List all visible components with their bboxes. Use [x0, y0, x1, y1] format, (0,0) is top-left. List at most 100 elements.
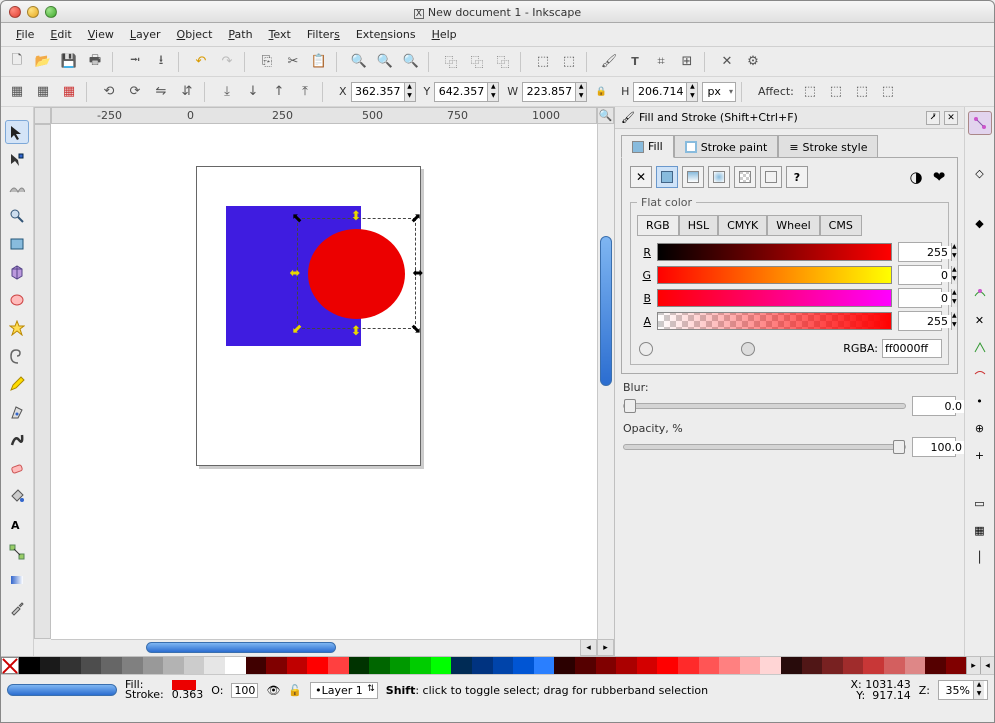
eraser-tool-icon[interactable] — [5, 456, 29, 480]
palette-swatch[interactable] — [328, 657, 349, 674]
dropper-tool-icon[interactable] — [5, 596, 29, 620]
unlink-clone-icon[interactable]: ⿻ — [491, 50, 515, 74]
menu-help[interactable]: Help — [425, 25, 464, 44]
calligraphy-tool-icon[interactable] — [5, 428, 29, 452]
palette-swatch[interactable] — [637, 657, 658, 674]
palette-swatch[interactable] — [596, 657, 617, 674]
g-slider[interactable] — [657, 266, 892, 284]
palette-swatch[interactable] — [451, 657, 472, 674]
zoom-tool-icon[interactable] — [5, 204, 29, 228]
menu-file[interactable]: File — [9, 25, 41, 44]
tab-stroke-paint[interactable]: Stroke paint — [674, 135, 779, 158]
layer-lock-icon[interactable]: 🔓 — [288, 684, 302, 697]
group-icon[interactable]: ⬚ — [531, 50, 555, 74]
raise-top-icon[interactable]: ⤒ — [293, 80, 317, 104]
raise-icon[interactable]: ↑ — [267, 80, 291, 104]
export-icon[interactable]: ⭳ — [149, 50, 173, 74]
r-input[interactable]: ▲▼ — [898, 242, 942, 262]
vertical-scrollbar[interactable] — [597, 124, 614, 639]
snap-guide-icon[interactable]: │ — [968, 545, 992, 569]
palette-none[interactable] — [1, 657, 19, 674]
cut-icon[interactable]: ✂ — [281, 50, 305, 74]
palette-swatch[interactable] — [143, 657, 164, 674]
star-tool-icon[interactable] — [5, 316, 29, 340]
menu-text[interactable]: Text — [262, 25, 298, 44]
mode-cms[interactable]: CMS — [820, 215, 862, 236]
snap-smooth-icon[interactable] — [968, 362, 992, 386]
fill-stroke-icon[interactable]: 🖌 — [597, 50, 621, 74]
color-managed-icon[interactable] — [741, 342, 755, 356]
text-dialog-icon[interactable]: T — [623, 50, 647, 74]
palette-swatch[interactable] — [740, 657, 761, 674]
ruler-horizontal[interactable]: -250 0 250 500 750 1000 — [51, 107, 597, 124]
snap-bbox-icon[interactable]: ◇ — [968, 161, 992, 185]
r-slider[interactable] — [657, 243, 892, 261]
paint-unknown-button[interactable]: ? — [786, 166, 808, 188]
snap-midpoint-icon[interactable]: • — [968, 389, 992, 413]
bucket-tool-icon[interactable] — [5, 484, 29, 508]
palette-swatch[interactable] — [390, 657, 411, 674]
ruler-vertical[interactable] — [34, 124, 51, 639]
paint-swatch-button[interactable] — [760, 166, 782, 188]
snap-cusp-icon[interactable] — [968, 335, 992, 359]
menu-edit[interactable]: Edit — [43, 25, 78, 44]
clone-icon[interactable]: ⿻ — [465, 50, 489, 74]
lock-aspect-icon[interactable]: 🔒 — [589, 80, 613, 104]
zoom-page-icon[interactable]: 🔍 — [399, 50, 423, 74]
b-slider[interactable] — [657, 289, 892, 307]
snap-rotation-icon[interactable]: + — [968, 443, 992, 467]
palette-swatch[interactable] — [493, 657, 514, 674]
scroll-right-icon[interactable]: ▸ — [597, 639, 614, 656]
menu-filters[interactable]: Filters — [300, 25, 347, 44]
palette-swatch[interactable] — [163, 657, 184, 674]
palette-swatch[interactable] — [884, 657, 905, 674]
tweak-tool-icon[interactable] — [5, 176, 29, 200]
lower-bottom-icon[interactable]: ⤓ — [215, 80, 239, 104]
affect-stroke-icon[interactable]: ⬚ — [798, 80, 822, 104]
ellipse-tool-icon[interactable] — [5, 288, 29, 312]
palette-swatch[interactable] — [369, 657, 390, 674]
rectangle-tool-icon[interactable] — [5, 232, 29, 256]
palette-swatch[interactable] — [410, 657, 431, 674]
preferences-icon[interactable]: ✕ — [715, 50, 739, 74]
redo-icon[interactable]: ↷ — [215, 50, 239, 74]
palette-swatch[interactable] — [822, 657, 843, 674]
mode-rgb[interactable]: RGB — [637, 215, 679, 236]
g-input[interactable]: ▲▼ — [898, 265, 942, 285]
flip-h-icon[interactable]: ⇋ — [149, 80, 173, 104]
a-input[interactable]: ▲▼ — [898, 311, 942, 331]
h-input[interactable]: ▲▼ — [633, 82, 698, 102]
lower-icon[interactable]: ↓ — [241, 80, 265, 104]
menu-view[interactable]: View — [81, 25, 121, 44]
xml-editor-icon[interactable]: ⌗ — [649, 50, 673, 74]
scroll-left-icon[interactable]: ◂ — [580, 639, 597, 656]
selector-tool-icon[interactable] — [5, 120, 29, 144]
palette-swatch[interactable] — [575, 657, 596, 674]
snap-grid-icon[interactable]: ▦ — [968, 518, 992, 542]
palette-swatch[interactable] — [760, 657, 781, 674]
box3d-tool-icon[interactable] — [5, 260, 29, 284]
palette-swatch[interactable] — [946, 657, 967, 674]
paint-radial-button[interactable] — [708, 166, 730, 188]
tab-fill[interactable]: Fill — [621, 135, 674, 158]
palette-swatch[interactable] — [60, 657, 81, 674]
palette-swatch[interactable] — [307, 657, 328, 674]
affect-pattern-icon[interactable]: ⬚ — [876, 80, 900, 104]
gradient-tool-icon[interactable] — [5, 568, 29, 592]
palette-swatch[interactable] — [719, 657, 740, 674]
snap-page-icon[interactable]: ▭ — [968, 491, 992, 515]
y-input[interactable]: ▲▼ — [434, 82, 499, 102]
select-all-layers-icon[interactable]: ▦ — [31, 80, 55, 104]
palette-swatch[interactable] — [40, 657, 61, 674]
pencil-tool-icon[interactable] — [5, 372, 29, 396]
zoom-drawing-icon[interactable]: 🔍 — [373, 50, 397, 74]
pen-tool-icon[interactable] — [5, 400, 29, 424]
palette-swatch[interactable] — [184, 657, 205, 674]
open-icon[interactable]: 📂 — [31, 50, 55, 74]
palette-swatch[interactable] — [925, 657, 946, 674]
unit-select[interactable]: px — [702, 82, 736, 102]
w-input[interactable]: ▲▼ — [522, 82, 587, 102]
fillrule-nonzero-icon[interactable]: ❤ — [929, 167, 949, 187]
mode-cmyk[interactable]: CMYK — [718, 215, 767, 236]
a-slider[interactable] — [657, 312, 892, 330]
